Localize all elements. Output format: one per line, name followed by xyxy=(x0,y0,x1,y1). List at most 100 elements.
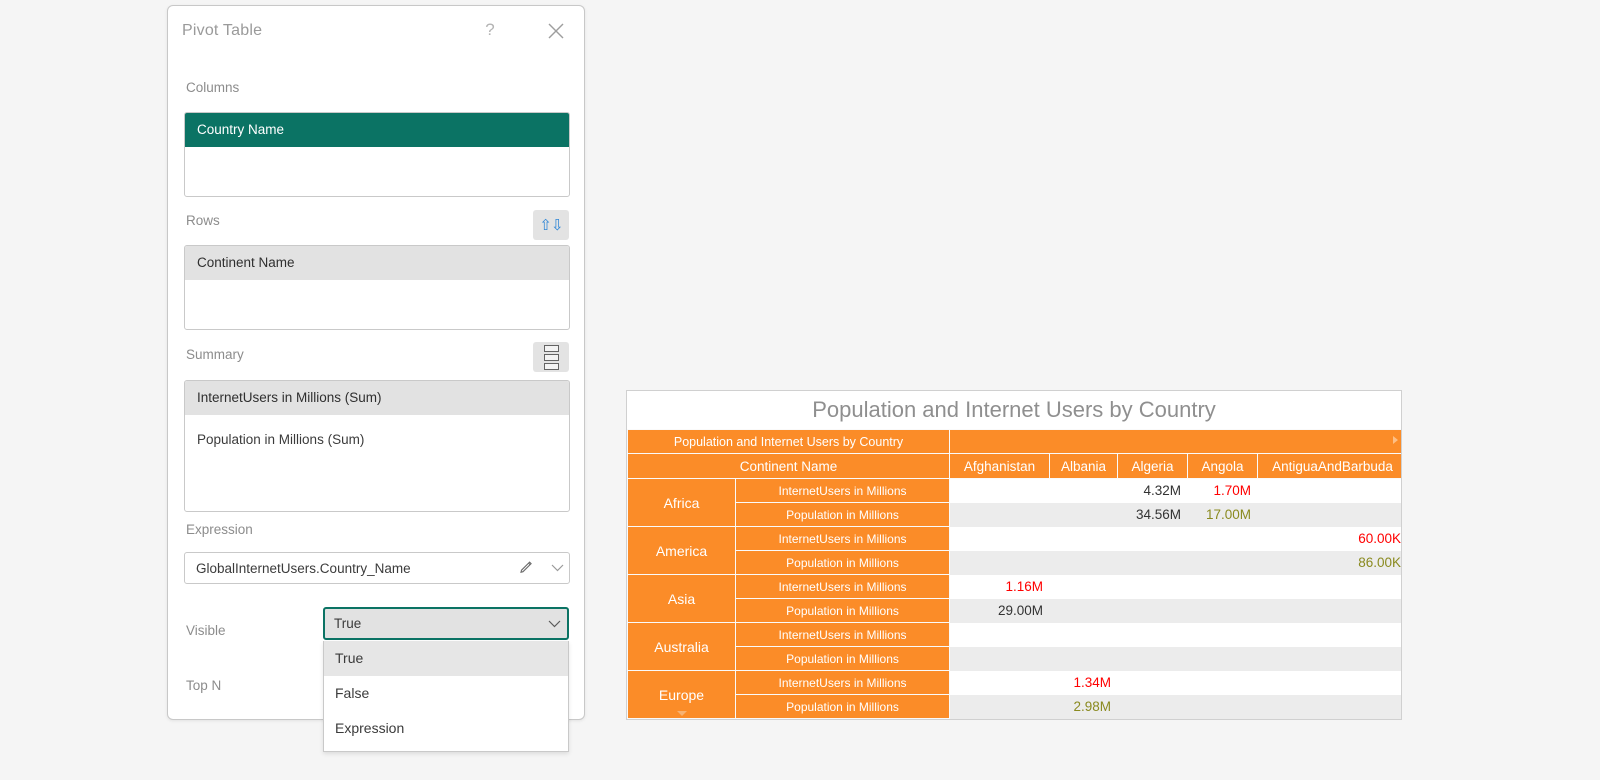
pivot-measure-label[interactable]: InternetUsers in Millions xyxy=(734,622,951,647)
pivot-cell xyxy=(1187,622,1259,647)
pivot-cell xyxy=(1187,646,1259,671)
table-row: Africa InternetUsers in Millions 4.32M 1.70… xyxy=(627,478,1401,527)
chevron-down-icon[interactable] xyxy=(541,615,567,633)
pivot-cell xyxy=(1257,670,1401,695)
pivot-column-header[interactable]: Algeria xyxy=(1117,453,1189,479)
pivot-measure-label[interactable]: Population in Millions xyxy=(734,694,951,719)
pivot-grid-title: Population and Internet Users by Country xyxy=(627,391,1401,429)
pivot-cell xyxy=(1049,526,1119,551)
pivot-cell xyxy=(949,550,1051,575)
summary-listbox[interactable]: InternetUsers in Millions (Sum) Populati… xyxy=(184,380,570,512)
pivot-cell xyxy=(1117,526,1189,551)
pivot-column-header[interactable]: Albania xyxy=(1049,453,1119,479)
horizontal-scroll-indicator-icon[interactable] xyxy=(1393,436,1398,444)
pivot-cell xyxy=(949,478,1051,503)
columns-label: Columns xyxy=(186,80,240,95)
topn-label: Top N xyxy=(186,678,222,693)
pivot-measure-label[interactable]: InternetUsers in Millions xyxy=(734,526,951,551)
pivot-cell xyxy=(1049,622,1119,647)
chevron-down-icon[interactable] xyxy=(545,559,569,577)
pivot-measure-label[interactable]: InternetUsers in Millions xyxy=(734,670,951,695)
pivot-cell xyxy=(1257,574,1401,599)
visible-option-true[interactable]: True xyxy=(324,641,568,676)
pivot-row-group-asia[interactable]: Asia xyxy=(627,574,736,623)
rows-label: Rows xyxy=(186,213,220,228)
pivot-cell: 1.70M xyxy=(1187,478,1259,503)
table-row: Population in Millions 34.56M 17.00M xyxy=(628,502,1401,527)
pivot-cell: 86.00K xyxy=(1257,550,1401,575)
pivot-row-group-america[interactable]: America xyxy=(627,526,736,575)
columns-item-country-name[interactable]: Country Name xyxy=(185,113,569,147)
pivot-cell xyxy=(1117,550,1189,575)
columns-listbox[interactable]: Country Name xyxy=(184,112,570,197)
pivot-row-group-europe[interactable]: Europe xyxy=(627,670,736,719)
table-row: Population in Millions 86.00K xyxy=(628,550,1401,575)
rows-item-continent-name[interactable]: Continent Name xyxy=(185,246,569,280)
pivot-row-group-australia[interactable]: Australia xyxy=(627,622,736,671)
pencil-icon[interactable] xyxy=(519,558,541,579)
pivot-cell xyxy=(1049,478,1119,503)
pivot-measure-label[interactable]: Population in Millions xyxy=(734,550,951,575)
pivot-cell: 2.98M xyxy=(1049,694,1119,719)
summary-item-population[interactable]: Population in Millions (Sum) xyxy=(185,423,569,457)
pivot-cell xyxy=(1187,670,1259,695)
visible-dropdown[interactable]: True xyxy=(323,607,569,640)
pivot-cell xyxy=(1187,574,1259,599)
pivot-cell: 17.00M xyxy=(1187,502,1259,527)
sort-glyph: ⇧⇩ xyxy=(539,216,563,234)
pivot-cell xyxy=(1187,550,1259,575)
pivot-cell xyxy=(949,646,1051,671)
pivot-measure-label[interactable]: InternetUsers in Millions xyxy=(734,478,951,503)
help-icon[interactable]: ? xyxy=(478,18,502,42)
pivot-cell xyxy=(1257,622,1401,647)
pivot-corner-label: Population and Internet Users by Country xyxy=(627,429,951,454)
pivot-cell xyxy=(1117,574,1189,599)
pivot-cell: 1.34M xyxy=(1049,670,1119,695)
pivot-measure-label[interactable]: Population in Millions xyxy=(734,646,951,671)
pivot-measure-label[interactable]: Population in Millions xyxy=(734,598,951,623)
pivot-column-header[interactable]: AntiguaAndBarbuda xyxy=(1257,453,1401,479)
pivot-cell xyxy=(1117,694,1189,719)
summary-item-internetusers[interactable]: InternetUsers in Millions (Sum) xyxy=(185,381,569,415)
pivot-cell xyxy=(1187,526,1259,551)
pivot-cell xyxy=(1117,598,1189,623)
pivot-cell xyxy=(949,502,1051,527)
pivot-corner-blank xyxy=(949,429,1401,454)
visible-option-false[interactable]: False xyxy=(324,676,568,711)
pivot-cell xyxy=(949,694,1051,719)
pivot-measure-label[interactable]: Population in Millions xyxy=(734,502,951,527)
pivot-cell xyxy=(949,622,1051,647)
pivot-row-group-africa[interactable]: Africa xyxy=(627,478,736,527)
pivot-column-header[interactable]: Angola xyxy=(1187,453,1259,479)
stack-glyph xyxy=(543,344,559,370)
pivot-column-header[interactable]: Afghanistan xyxy=(949,453,1051,479)
expression-input[interactable]: GlobalInternetUsers.Country_Name xyxy=(184,552,570,584)
close-icon[interactable] xyxy=(543,18,569,44)
expand-triangle-icon[interactable] xyxy=(676,711,687,716)
pivot-corner-row: Population and Internet Users by Country xyxy=(627,429,1401,454)
table-row: Asia InternetUsers in Millions 1.16M xyxy=(627,574,1401,623)
pivot-cell xyxy=(1257,478,1401,503)
pivot-cell xyxy=(1049,574,1119,599)
pivot-cell: 4.32M xyxy=(1117,478,1189,503)
visible-dropdown-options[interactable]: True False Expression xyxy=(323,641,569,752)
expression-value: GlobalInternetUsers.Country_Name xyxy=(196,560,411,576)
pivot-column-header-row: Continent Name Afghanistan Albania Algeria A… xyxy=(627,453,1401,479)
pivot-cell xyxy=(1257,694,1401,719)
pivot-cell xyxy=(949,526,1051,551)
pivot-cell xyxy=(1117,622,1189,647)
sort-ascending-descending-icon[interactable]: ⇧⇩ xyxy=(533,210,569,240)
pivot-row-axis-label[interactable]: Continent Name xyxy=(627,453,951,479)
pivot-cell xyxy=(1187,694,1259,719)
pivot-cell xyxy=(1049,646,1119,671)
screen: Pivot Table ? Columns Country Name Rows … xyxy=(0,0,1600,780)
pivot-cell xyxy=(1257,598,1401,623)
stacked-list-icon[interactable] xyxy=(533,342,569,372)
pivot-cell xyxy=(1049,502,1119,527)
pivot-measure-label[interactable]: InternetUsers in Millions xyxy=(734,574,951,599)
pivot-cell xyxy=(1049,598,1119,623)
rows-listbox[interactable]: Continent Name xyxy=(184,245,570,330)
pivot-cell: 34.56M xyxy=(1117,502,1189,527)
pivot-cell xyxy=(1117,670,1189,695)
visible-option-expression[interactable]: Expression xyxy=(324,711,568,746)
